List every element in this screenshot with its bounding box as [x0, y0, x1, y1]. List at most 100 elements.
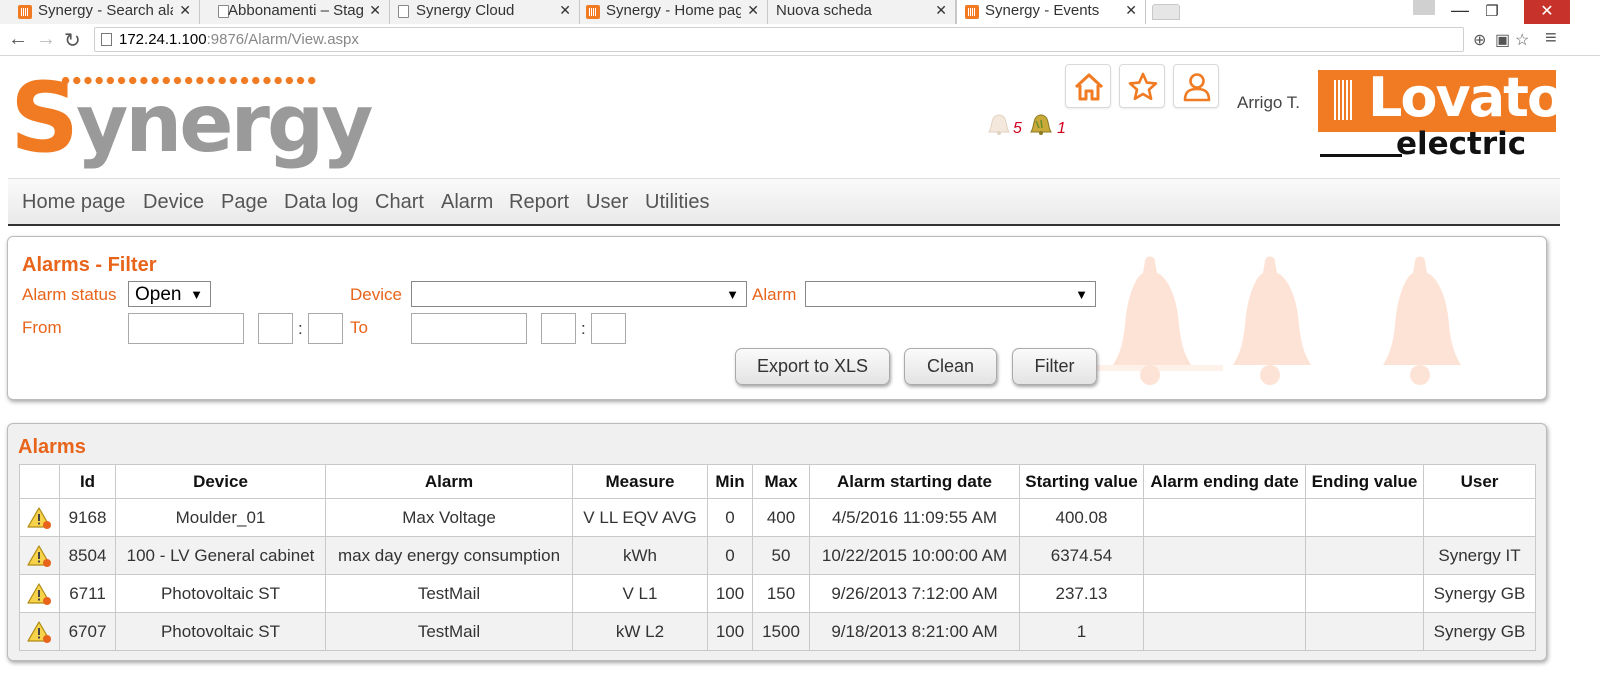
device-cell: Photovoltaic ST — [115, 574, 326, 613]
url-field[interactable]: 172.24.1.100:9876/Alarm/View.aspx — [94, 27, 1464, 52]
to-minute-input[interactable] — [591, 313, 626, 344]
logo-text: Synergy — [10, 62, 373, 174]
window-close-icon[interactable]: ✕ — [1524, 0, 1570, 24]
browser-tab[interactable]: Abbonamenti – Stagione ✕ — [200, 0, 390, 24]
from-hour-input[interactable] — [258, 313, 293, 344]
column-header[interactable]: Ending value — [1305, 464, 1424, 499]
bookmark-star-icon[interactable]: ☆ — [1515, 30, 1529, 50]
user-icon — [1183, 73, 1211, 102]
time-separator: : — [581, 319, 586, 338]
column-header[interactable]: Id — [59, 464, 116, 499]
user-cell: Synergy GB — [1423, 574, 1536, 613]
column-header[interactable]: Alarm — [325, 464, 573, 499]
device-cell: Moulder_01 — [115, 498, 326, 537]
back-icon[interactable]: ← — [8, 28, 28, 51]
forward-icon[interactable]: → — [36, 28, 56, 51]
clean-button[interactable]: Clean — [904, 348, 997, 385]
menu-icon[interactable]: ≡ — [1545, 27, 1557, 50]
measure-cell: V L1 — [572, 574, 708, 613]
alarm-status-select[interactable]: Open ▼ — [128, 281, 211, 307]
username[interactable]: Arrigo T. — [1237, 93, 1300, 113]
from-date-input[interactable] — [128, 313, 244, 344]
column-header[interactable]: Starting value — [1019, 464, 1144, 499]
max-cell: 400 — [752, 498, 810, 537]
home-button[interactable] — [1065, 64, 1111, 108]
column-header[interactable]: Device — [115, 464, 326, 499]
user-button[interactable] — [1173, 64, 1219, 108]
menu-item-utilities[interactable]: Utilities — [645, 191, 709, 214]
menu-item-data-log[interactable]: Data log — [284, 191, 359, 214]
row-icon-cell[interactable] — [19, 536, 60, 575]
dropdown-arrow-icon: ▼ — [726, 287, 739, 302]
column-header[interactable]: Max — [752, 464, 810, 499]
end-value-cell — [1305, 574, 1424, 613]
row-icon-cell[interactable] — [19, 612, 60, 651]
profile-icon[interactable] — [1413, 0, 1435, 15]
to-label: To — [350, 318, 368, 337]
table-row[interactable]: 9168 Moulder_01 Max Voltage V LL EQV AVG… — [19, 498, 1536, 537]
measure-cell: kWh — [572, 536, 708, 575]
browser-tab[interactable]: Nuova scheda ✕ — [768, 0, 956, 24]
start-value-cell: 237.13 — [1019, 574, 1144, 613]
to-date-input[interactable] — [411, 313, 527, 344]
alarms-panel: Alarms Id Device Alarm Measure Min Max A… — [7, 423, 1547, 661]
column-header[interactable]: Min — [707, 464, 753, 499]
menu-item-report[interactable]: Report — [509, 191, 569, 214]
menu-item-home-page[interactable]: Home page — [22, 191, 125, 214]
alarm-select[interactable]: ▼ — [805, 281, 1096, 307]
synergy-logo[interactable]: Synergy — [10, 62, 373, 174]
bell-active-icon — [1030, 114, 1052, 135]
id-cell: 9168 — [59, 498, 116, 537]
to-hour-input[interactable] — [541, 313, 576, 344]
table-row[interactable]: 6707 Photovoltaic ST TestMail kW L2 100 … — [19, 612, 1536, 651]
from-label: From — [22, 318, 62, 337]
user-cell — [1423, 498, 1536, 537]
tab-title: Nuova scheda — [776, 2, 872, 19]
browser-tab[interactable]: Synergy Cloud ✕ — [390, 0, 580, 24]
id-cell: 8504 — [59, 536, 116, 575]
end-value-cell — [1305, 498, 1424, 537]
tab-close-icon[interactable]: ✕ — [179, 2, 191, 19]
alarm-label: Alarm — [752, 285, 797, 304]
zoom-icon[interactable]: ⊕ — [1473, 30, 1486, 50]
favorites-button[interactable] — [1119, 64, 1165, 108]
column-header[interactable]: Alarm starting date — [809, 464, 1020, 499]
export-xls-button[interactable]: Export to XLS — [735, 348, 890, 385]
tab-close-icon[interactable]: ✕ — [1125, 2, 1137, 19]
user-cell: Synergy GB — [1423, 612, 1536, 651]
alarm-cell: TestMail — [325, 574, 573, 613]
tab-close-icon[interactable]: ✕ — [935, 2, 947, 19]
reload-icon[interactable]: ↻ — [64, 28, 81, 53]
dropdown-arrow-icon: ▼ — [190, 287, 203, 302]
filter-title: Alarms - Filter — [22, 254, 157, 276]
translate-icon[interactable]: ▣ — [1495, 30, 1510, 50]
active-alarms-count: 1 — [1057, 120, 1066, 137]
menu-item-page[interactable]: Page — [221, 191, 268, 214]
filter-button[interactable]: Filter — [1012, 348, 1097, 385]
menu-item-device[interactable]: Device — [143, 191, 204, 214]
browser-tab[interactable]: Synergy - Home page ✕ — [580, 0, 768, 24]
restore-icon[interactable]: ❐ — [1480, 2, 1504, 24]
new-tab-button[interactable] — [1152, 4, 1180, 20]
column-header[interactable]: Alarm ending date — [1143, 464, 1306, 499]
browser-tab-active[interactable]: Synergy - Events ✕ — [956, 0, 1146, 24]
column-header[interactable]: Measure — [572, 464, 708, 499]
max-cell: 50 — [752, 536, 810, 575]
browser-tab[interactable]: Synergy - Search alarms ✕ — [0, 0, 200, 24]
column-header[interactable]: User — [1423, 464, 1536, 499]
tab-title: Synergy - Events — [985, 2, 1100, 19]
row-icon-cell[interactable] — [19, 574, 60, 613]
minimize-icon[interactable]: — — [1448, 0, 1472, 22]
row-icon-cell[interactable] — [19, 498, 60, 537]
table-row[interactable]: 6711 Photovoltaic ST TestMail V L1 100 1… — [19, 574, 1536, 613]
menu-item-alarm[interactable]: Alarm — [441, 191, 493, 214]
menu-item-user[interactable]: User — [586, 191, 628, 214]
tab-close-icon[interactable]: ✕ — [559, 2, 571, 19]
table-row[interactable]: 8504 100 - LV General cabinet max day en… — [19, 536, 1536, 575]
menu-item-chart[interactable]: Chart — [375, 191, 424, 214]
tab-close-icon[interactable]: ✕ — [369, 2, 381, 19]
tab-close-icon[interactable]: ✕ — [747, 2, 759, 19]
device-label: Device — [350, 285, 402, 304]
from-minute-input[interactable] — [308, 313, 343, 344]
device-select[interactable]: ▼ — [411, 281, 747, 307]
